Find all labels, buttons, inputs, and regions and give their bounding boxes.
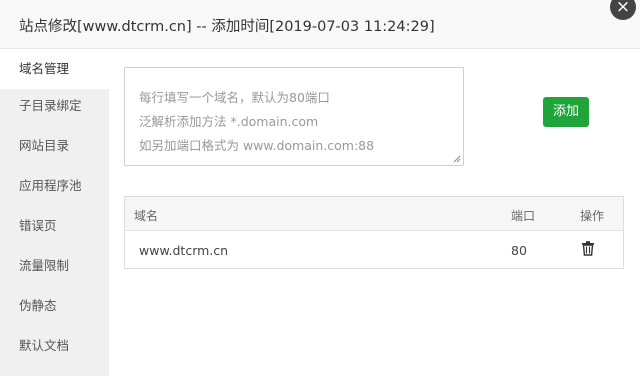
trash-icon[interactable] [580,240,596,256]
sidebar-item-label: 默认文档 [19,338,70,353]
sidebar-item-site-directory[interactable]: 网站目录 [0,126,109,166]
sidebar-item-label: 应用程序池 [19,178,82,193]
domain-cell: www.dtcrm.cn [139,243,229,258]
column-header-domain: 域名 [134,209,159,223]
sidebar-item-label: 错误页 [19,218,57,233]
add-domain-button[interactable]: 添加 [543,97,589,127]
sidebar-item-traffic-limit[interactable]: 流量限制 [0,246,109,286]
sidebar-item-rewrite[interactable]: 伪静态 [0,286,109,326]
sidebar-item-error-page[interactable]: 错误页 [0,206,109,246]
sidebar-item-label: 伪静态 [19,298,57,313]
placeholder-line: 每行填写一个域名，默认为80端口 [139,90,330,105]
sidebar-item-subdirectory-binding[interactable]: 子目录绑定 [0,86,109,126]
domain-textarea[interactable]: 每行填写一个域名，默认为80端口 泛解析添加方法 *.domain.com 如另… [124,67,464,166]
dialog-titlebar: 站点修改[www.dtcrm.cn] -- 添加时间[2019-07-03 11… [0,0,640,49]
resize-grip-icon[interactable] [453,155,461,163]
column-header-action: 操作 [580,209,605,223]
domain-table: 域名 端口 操作 www.dtcrm.cn 80 [124,196,624,269]
placeholder-line: 泛解析添加方法 *.domain.com [139,114,319,129]
table-header: 域名 端口 操作 [125,197,623,231]
sidebar-item-label: 流量限制 [19,258,70,273]
site-edit-dialog: 站点修改[www.dtcrm.cn] -- 添加时间[2019-07-03 11… [0,0,640,376]
column-header-port: 端口 [511,209,536,223]
sidebar-item-label: 网站目录 [19,138,70,153]
sidebar-item-label: 子目录绑定 [19,98,82,113]
sidebar-item-label: 域名管理 [19,61,70,76]
port-cell: 80 [511,243,527,258]
sidebar-item-default-document[interactable]: 默认文档 [0,326,109,366]
sidebar: 域名管理 子目录绑定 网站目录 应用程序池 错误页 流量限制 伪静态 默认文档 [0,49,109,376]
sidebar-item-domain-management[interactable]: 域名管理 [0,49,109,89]
placeholder-line: 如另加端口格式为 www.domain.com:88 [139,138,375,153]
sidebar-item-app-pool[interactable]: 应用程序池 [0,166,109,206]
dialog-title: 站点修改[www.dtcrm.cn] -- 添加时间[2019-07-03 11… [19,19,435,35]
